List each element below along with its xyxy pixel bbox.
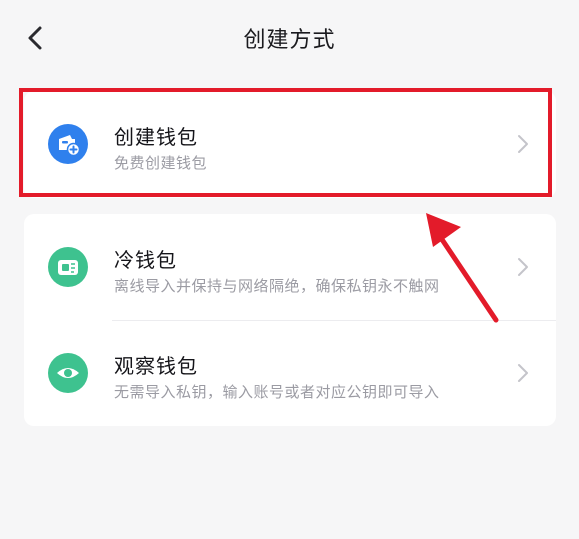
chevron-right-icon bbox=[518, 135, 528, 153]
wallet-add-icon bbox=[48, 124, 88, 164]
chevron-right-icon bbox=[518, 258, 528, 276]
header: 创建方式 bbox=[0, 0, 579, 76]
option-watch-wallet[interactable]: 观察钱包 无需导入私钥，输入账号或者对应公钥即可导入 bbox=[24, 320, 556, 426]
option-cold-wallet[interactable]: 冷钱包 离线导入并保持与网络隔绝，确保私钥永不触网 bbox=[24, 214, 556, 320]
eye-icon bbox=[48, 353, 88, 393]
cold-wallet-icon bbox=[48, 247, 88, 287]
page-title: 创建方式 bbox=[243, 28, 336, 53]
option-subtitle: 离线导入并保持与网络隔绝，确保私钥永不触网 bbox=[114, 277, 440, 295]
option-subtitle: 免费创建钱包 bbox=[114, 154, 208, 172]
option-title: 冷钱包 bbox=[114, 248, 177, 272]
option-title: 观察钱包 bbox=[114, 354, 198, 378]
create-wallet-card: 创建钱包 免费创建钱包 bbox=[24, 91, 556, 198]
other-options-card: 冷钱包 离线导入并保持与网络隔绝，确保私钥永不触网 观察钱包 无需导入私钥，输入… bbox=[24, 214, 556, 426]
option-title: 创建钱包 bbox=[114, 125, 198, 149]
option-create-wallet[interactable]: 创建钱包 免费创建钱包 bbox=[24, 91, 556, 198]
option-subtitle: 无需导入私钥，输入账号或者对应公钥即可导入 bbox=[114, 383, 440, 401]
chevron-right-icon bbox=[518, 364, 528, 382]
